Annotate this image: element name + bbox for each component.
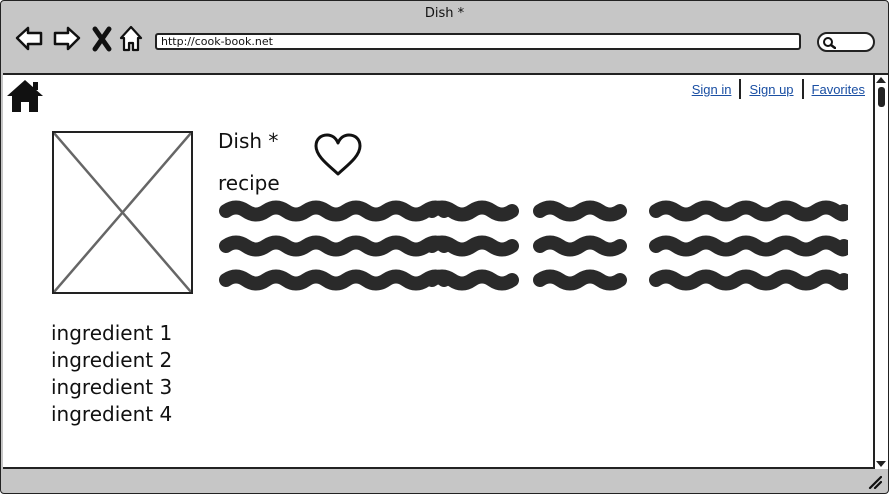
- recipe-label: recipe: [218, 171, 280, 195]
- heart-icon[interactable]: [313, 133, 363, 177]
- browser-toolbar: http://cook-book.net: [1, 25, 888, 71]
- sign-in-link[interactable]: Sign in: [684, 82, 740, 97]
- dish-image-placeholder: [52, 131, 193, 294]
- search-input[interactable]: [817, 32, 875, 52]
- account-links: Sign in Sign up Favorites: [684, 79, 865, 99]
- scroll-down-icon[interactable]: [876, 461, 886, 467]
- favorites-link[interactable]: Favorites: [804, 82, 865, 97]
- site-home-icon[interactable]: [5, 78, 45, 114]
- vertical-scrollbar[interactable]: [873, 73, 888, 469]
- search-icon: [823, 37, 836, 49]
- close-icon[interactable]: [91, 25, 113, 53]
- ingredient-item: ingredient 4: [51, 402, 173, 426]
- status-bar: [1, 469, 888, 493]
- window-title: Dish *: [424, 6, 465, 21]
- recipe-text-placeholder: [219, 200, 848, 291]
- ingredient-item: ingredient 3: [51, 375, 173, 399]
- ingredient-item: ingredient 2: [51, 348, 173, 372]
- back-arrow-icon[interactable]: [15, 25, 43, 53]
- forward-arrow-icon[interactable]: [53, 25, 81, 53]
- sign-up-link[interactable]: Sign up: [741, 82, 801, 97]
- scroll-up-icon[interactable]: [876, 77, 886, 83]
- scroll-thumb[interactable]: [878, 87, 885, 107]
- ingredient-list: ingredient 1 ingredient 2 ingredient 3 i…: [51, 320, 172, 428]
- ingredient-item: ingredient 1: [51, 321, 173, 345]
- url-input[interactable]: http://cook-book.net: [155, 33, 801, 50]
- resize-grip-icon[interactable]: [868, 475, 882, 489]
- dish-title: Dish *: [218, 129, 279, 153]
- image-placeholder-icon: [53, 132, 192, 293]
- home-icon[interactable]: [118, 25, 144, 53]
